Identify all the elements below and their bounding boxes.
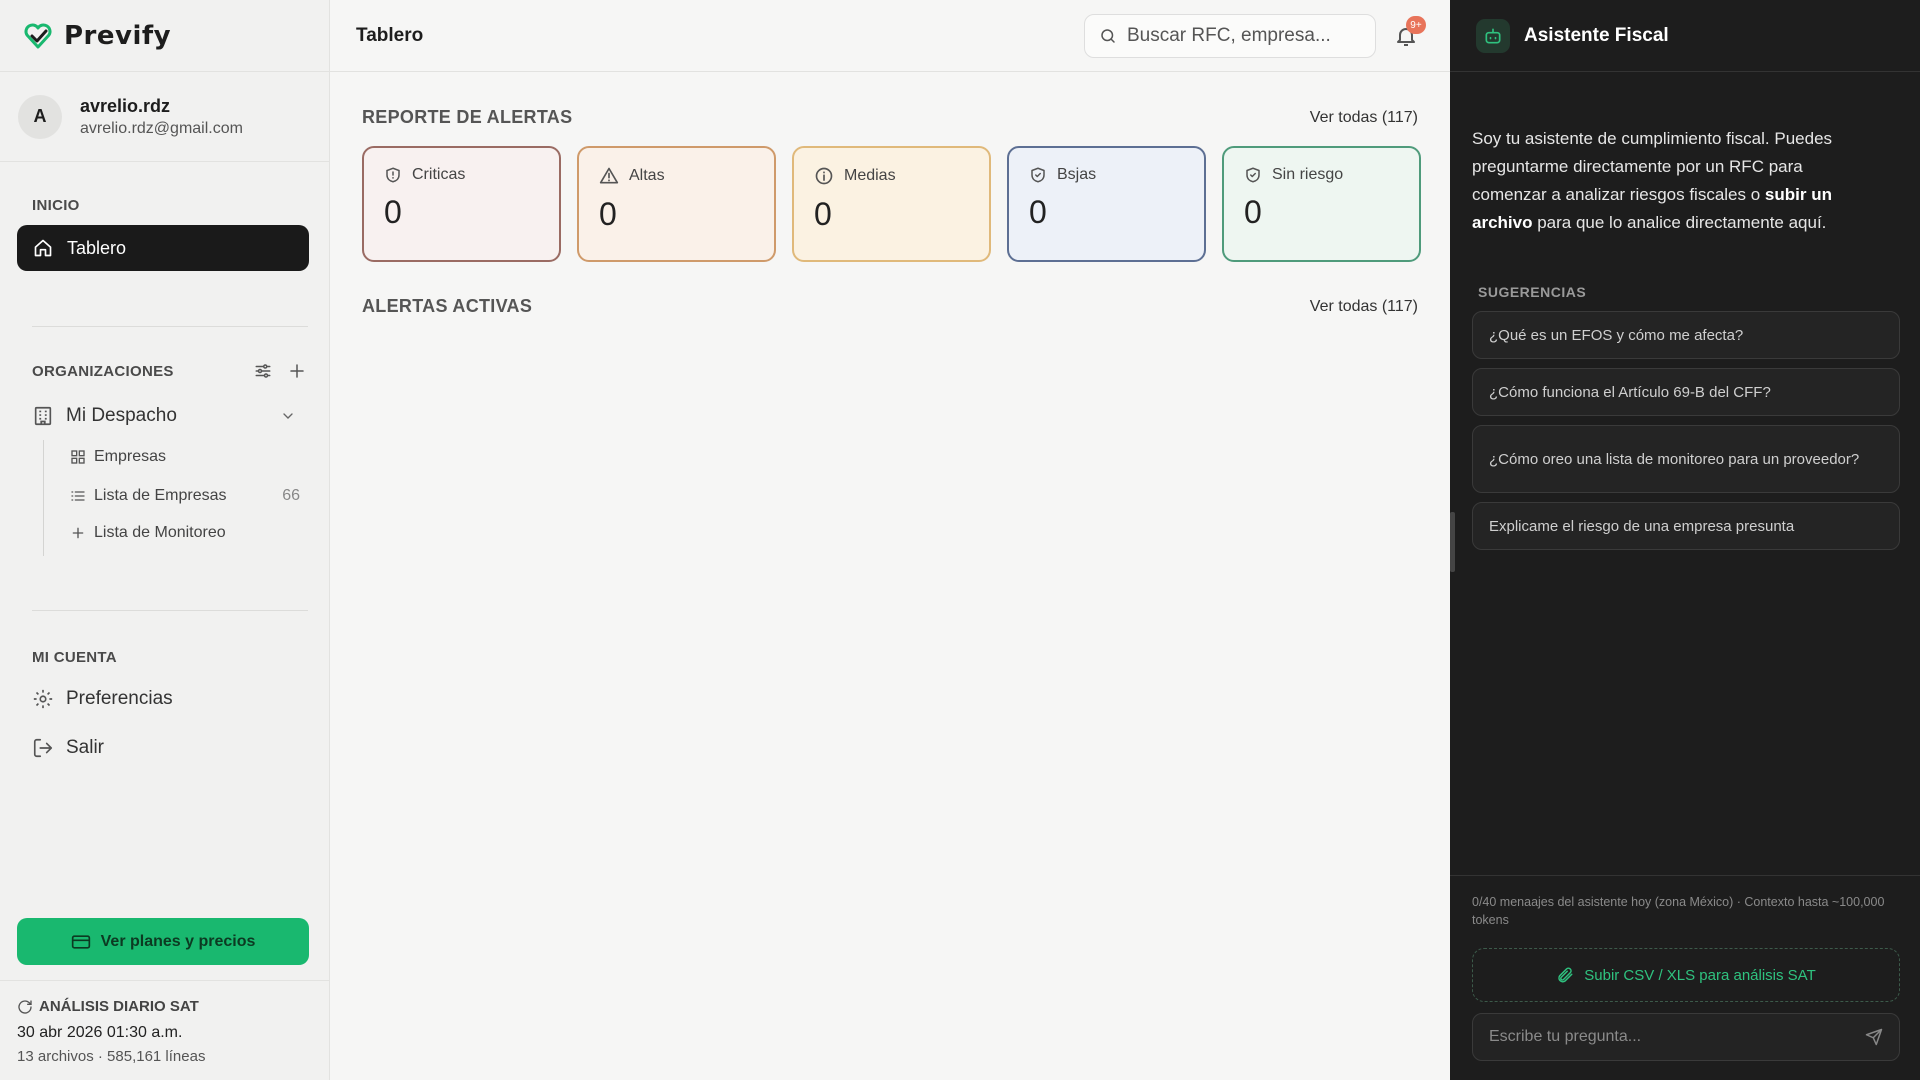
view-all-link[interactable]: Ver todas (117)	[1310, 298, 1418, 316]
divider	[32, 326, 308, 327]
refresh-icon	[18, 999, 32, 1014]
card-icon	[71, 934, 90, 949]
notification-badge: 9+	[1406, 16, 1426, 34]
tree-line	[43, 440, 44, 556]
card-label: Medias	[844, 167, 896, 184]
add-organization-icon[interactable]	[287, 361, 307, 381]
chevron-down-icon[interactable]	[280, 408, 296, 424]
sidebar-item-label: Lista de Empresas	[94, 487, 227, 504]
search-box[interactable]	[1084, 14, 1376, 58]
alert-card-criticas[interactable]: Criticas 0	[362, 146, 561, 262]
gear-icon	[33, 689, 53, 709]
section-title-alertas-activas: ALERTAS ACTIVAS	[362, 296, 533, 316]
user-profile[interactable]: A avrelio.rdz avrelio.rdz@gmail.com	[0, 72, 329, 162]
alert-card-sin-riesgo[interactable]: Sin riesgo 0	[1222, 146, 1421, 262]
org-name: Mi Despacho	[66, 405, 177, 426]
sat-status: ANÁLISIS DIARIO SAT 30 abr 2026 01:30 a.…	[0, 980, 330, 1080]
suggestion-item[interactable]: ¿Cómo funciona el Artículo 69-B del CFF?	[1472, 368, 1900, 416]
filter-icon[interactable]	[253, 361, 273, 381]
suggestion-item[interactable]: ¿Qué es un EFOS y cómo me afecta?	[1472, 311, 1900, 359]
card-label: Criticas	[412, 166, 466, 183]
paperclip-icon	[1558, 967, 1573, 983]
card-label: Sin riesgo	[1272, 166, 1344, 183]
send-icon[interactable]	[1865, 1028, 1883, 1046]
avatar: A	[18, 94, 62, 139]
upload-file-button[interactable]: Subir CSV / XLS para análisis SAT	[1472, 948, 1900, 1002]
sidebar-item-label: Lista de Monitoreo	[94, 524, 226, 541]
count-badge: 66	[282, 487, 300, 504]
assistant-panel: Asistente Fiscal Soy tu asistente de cum…	[1450, 0, 1920, 1080]
building-icon	[34, 406, 52, 426]
chat-input-box[interactable]	[1472, 1013, 1900, 1061]
upload-label: Subir CSV / XLS para análisis SAT	[1584, 966, 1816, 984]
sidebar-item-empresas[interactable]: Empresas	[70, 448, 300, 466]
user-email: avrelio.rdz@gmail.com	[80, 119, 243, 137]
logout-icon	[33, 738, 53, 758]
suggestion-item[interactable]: Explicame el riesgo de una empresa presu…	[1472, 502, 1900, 550]
info-icon	[815, 167, 833, 185]
sidebar-item-label: Tablero	[67, 237, 127, 258]
divider	[32, 610, 308, 611]
sidebar-item-tablero[interactable]: Tablero	[17, 225, 309, 271]
list-icon	[71, 491, 85, 501]
page-title: Tablero	[356, 24, 424, 46]
sat-meta: 13 archivos · 585,161 líneas	[17, 1048, 206, 1065]
suggestions-label: SUGERENCIAS	[1478, 284, 1587, 300]
card-label: Altas	[629, 167, 665, 184]
sidebar-item-preferencias[interactable]: Preferencias	[32, 688, 173, 710]
topbar: Tablero 9+	[330, 0, 1450, 72]
assistant-header: Asistente Fiscal	[1450, 0, 1920, 72]
section-title-reporte: REPORTE DE ALERTAS	[362, 107, 573, 127]
user-name: avrelio.rdz	[80, 95, 171, 116]
card-label: Bsjas	[1057, 166, 1097, 183]
chat-input[interactable]	[1489, 1028, 1865, 1046]
sidebar-item-label: Preferencias	[66, 688, 173, 709]
brand-name: Prevify	[64, 20, 172, 51]
alert-card-altas[interactable]: Altas 0	[577, 146, 776, 262]
sat-date: 30 abr 2026 01:30 a.m.	[17, 1024, 183, 1041]
search-icon	[1101, 29, 1115, 43]
sat-title: ANÁLISIS DIARIO SAT	[39, 998, 199, 1015]
logo-icon	[24, 22, 52, 48]
shield-check-icon	[1031, 167, 1045, 183]
card-value: 0	[384, 194, 402, 230]
main-content: Tablero 9+ REPORTE DE ALERTAS Ver todas …	[330, 0, 1450, 1080]
shield-ok-icon	[1246, 167, 1260, 183]
view-plans-label: Ver planes y precios	[100, 932, 256, 950]
resize-handle[interactable]	[1450, 512, 1455, 572]
card-value: 0	[814, 196, 832, 232]
sidebar-item-lista-monitoreo[interactable]: Lista de Monitoreo	[70, 524, 300, 542]
shield-alert-icon	[386, 167, 400, 183]
alert-cards: Criticas 0 Altas 0 Medias 0 Bsjas 0 Sin …	[362, 146, 1421, 262]
alert-card-bajas[interactable]: Bsjas 0	[1007, 146, 1206, 262]
org-mi-despacho[interactable]: Mi Despacho	[32, 401, 296, 431]
sidebar-item-label: Empresas	[94, 448, 167, 465]
suggestion-item[interactable]: ¿Cómo oreo una lista de monitoreo para u…	[1472, 425, 1900, 493]
plus-icon	[72, 527, 84, 539]
search-input[interactable]	[1127, 25, 1347, 47]
home-icon	[34, 239, 52, 257]
view-plans-button[interactable]: Ver planes y precios	[17, 918, 309, 965]
section-label-mi-cuenta: MI CUENTA	[32, 649, 117, 666]
assistant-intro: Soy tu asistente de cumplimiento fiscal.…	[1472, 129, 1833, 232]
sidebar-item-salir[interactable]: Salir	[32, 737, 104, 759]
card-value: 0	[599, 196, 617, 232]
assistant-title: Asistente Fiscal	[1524, 24, 1669, 46]
section-label-inicio: INICIO	[32, 197, 80, 214]
bot-icon	[1476, 18, 1510, 53]
alert-card-medias[interactable]: Medias 0	[792, 146, 991, 262]
grid-icon	[71, 450, 85, 464]
assistant-footer: 0/40 menaajes del asistente hoy (zona Mé…	[1450, 875, 1920, 1080]
sidebar: Prevify A avrelio.rdz avrelio.rdz@gmail.…	[0, 0, 330, 1080]
view-all-link[interactable]: Ver todas (117)	[1310, 109, 1418, 127]
sidebar-item-label: Salir	[66, 737, 105, 758]
sidebar-item-lista-empresas[interactable]: Lista de Empresas 66	[70, 487, 300, 505]
card-value: 0	[1244, 194, 1262, 230]
quota-text: 0/40 menaajes del asistente hoy (zona Mé…	[1472, 895, 1885, 927]
warning-icon	[599, 167, 619, 184]
brand[interactable]: Prevify	[0, 0, 329, 72]
card-value: 0	[1029, 194, 1047, 230]
section-label-organizaciones: ORGANIZACIONES	[32, 363, 174, 380]
